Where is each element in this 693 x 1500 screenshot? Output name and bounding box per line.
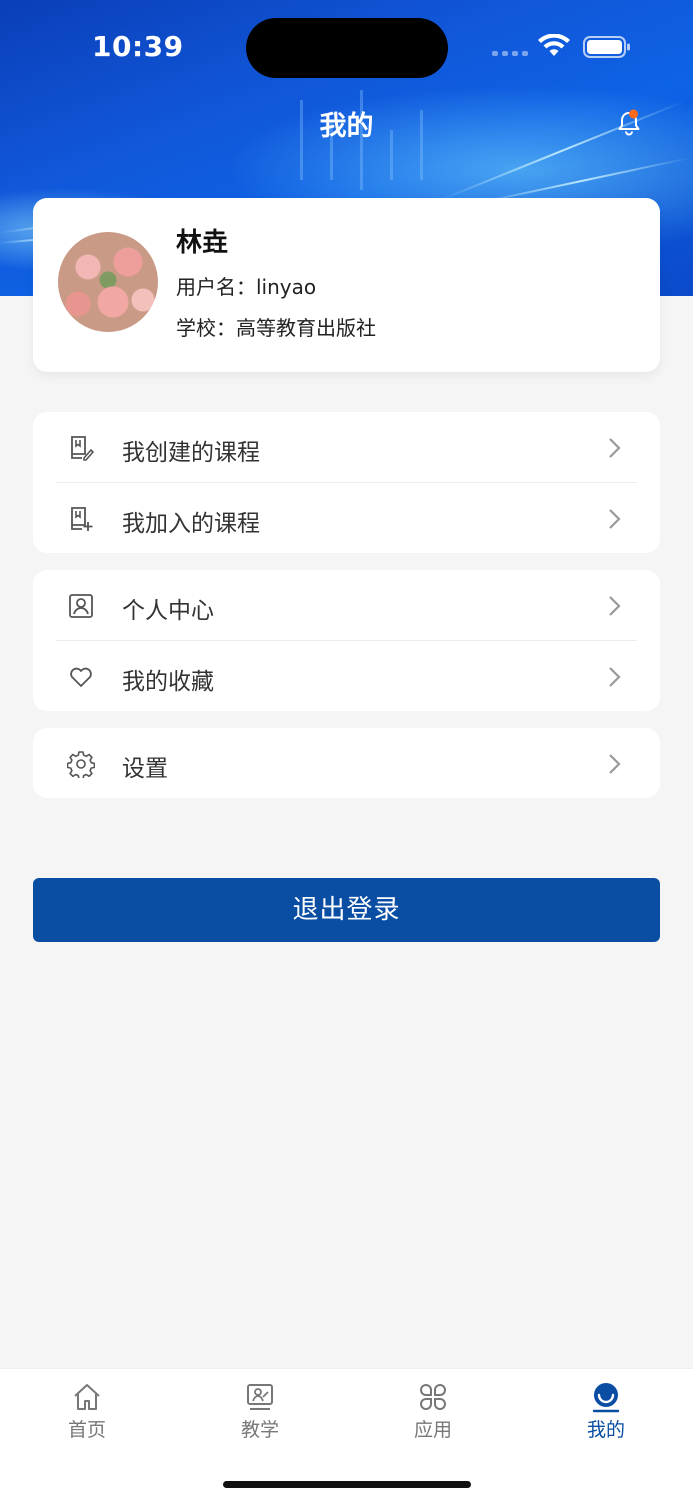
chevron-right-icon — [609, 667, 621, 687]
menu-item-personal-center[interactable]: 个人中心 — [33, 570, 660, 640]
menu-item-label: 个人中心 — [122, 598, 214, 624]
menu-item-label: 我创建的课程 — [122, 440, 260, 466]
tab-teaching[interactable]: 教学 — [200, 1381, 320, 1442]
cellular-signal-icon — [492, 51, 528, 56]
book-add-icon — [71, 507, 93, 531]
profile-school: 学校：高等教育出版社 — [176, 316, 376, 340]
battery-icon — [583, 36, 630, 58]
course-menu-card: 我创建的课程 我加入的课程 — [33, 412, 660, 553]
status-time: 10:39 — [92, 30, 184, 63]
tab-label: 应用 — [413, 1419, 452, 1441]
gear-icon — [67, 751, 95, 778]
teaching-icon — [247, 1384, 273, 1410]
avatar[interactable] — [58, 232, 158, 332]
apps-icon — [420, 1384, 446, 1410]
heart-icon — [70, 667, 92, 687]
tab-label: 首页 — [67, 1419, 106, 1441]
menu-item-settings[interactable]: 设置 — [33, 728, 660, 798]
user-card-icon — [69, 594, 93, 618]
book-edit-icon — [71, 436, 95, 461]
chevron-right-icon — [609, 754, 621, 774]
notification-dot — [629, 109, 638, 119]
tab-apps[interactable]: 应用 — [373, 1381, 493, 1442]
chevron-right-icon — [609, 438, 621, 458]
page-title: 我的 — [319, 111, 374, 142]
home-icon — [74, 1384, 100, 1410]
status-bar: 10:39 — [0, 0, 693, 96]
home-indicator — [223, 1481, 471, 1488]
settings-menu-card: 设置 — [33, 728, 660, 798]
menu-item-joined-courses[interactable]: 我加入的课程 — [33, 483, 660, 553]
menu-item-label: 我的收藏 — [122, 669, 214, 695]
menu-item-label: 我加入的课程 — [122, 511, 260, 537]
chevron-right-icon — [609, 509, 621, 529]
menu-item-created-courses[interactable]: 我创建的课程 — [33, 412, 660, 482]
menu-item-label: 设置 — [122, 756, 168, 782]
tab-label: 教学 — [240, 1419, 279, 1441]
bell-icon[interactable] — [614, 108, 644, 138]
personal-menu-card: 个人中心 我的收藏 — [33, 570, 660, 711]
profile-name: 林垚 — [176, 228, 229, 258]
profile-username: 用户名：linyao — [176, 275, 317, 299]
wifi-icon — [538, 34, 570, 56]
profile-icon — [592, 1383, 620, 1413]
chevron-right-icon — [609, 596, 621, 616]
dynamic-island — [246, 18, 448, 78]
menu-item-favorites[interactable]: 我的收藏 — [33, 641, 660, 711]
logout-button[interactable]: 退出登录 — [33, 878, 660, 942]
tab-label: 我的 — [586, 1419, 625, 1441]
tab-profile[interactable]: 我的 — [546, 1381, 666, 1442]
tab-home[interactable]: 首页 — [27, 1381, 147, 1442]
profile-card[interactable]: 林垚 用户名：linyao 学校：高等教育出版社 — [33, 198, 660, 372]
